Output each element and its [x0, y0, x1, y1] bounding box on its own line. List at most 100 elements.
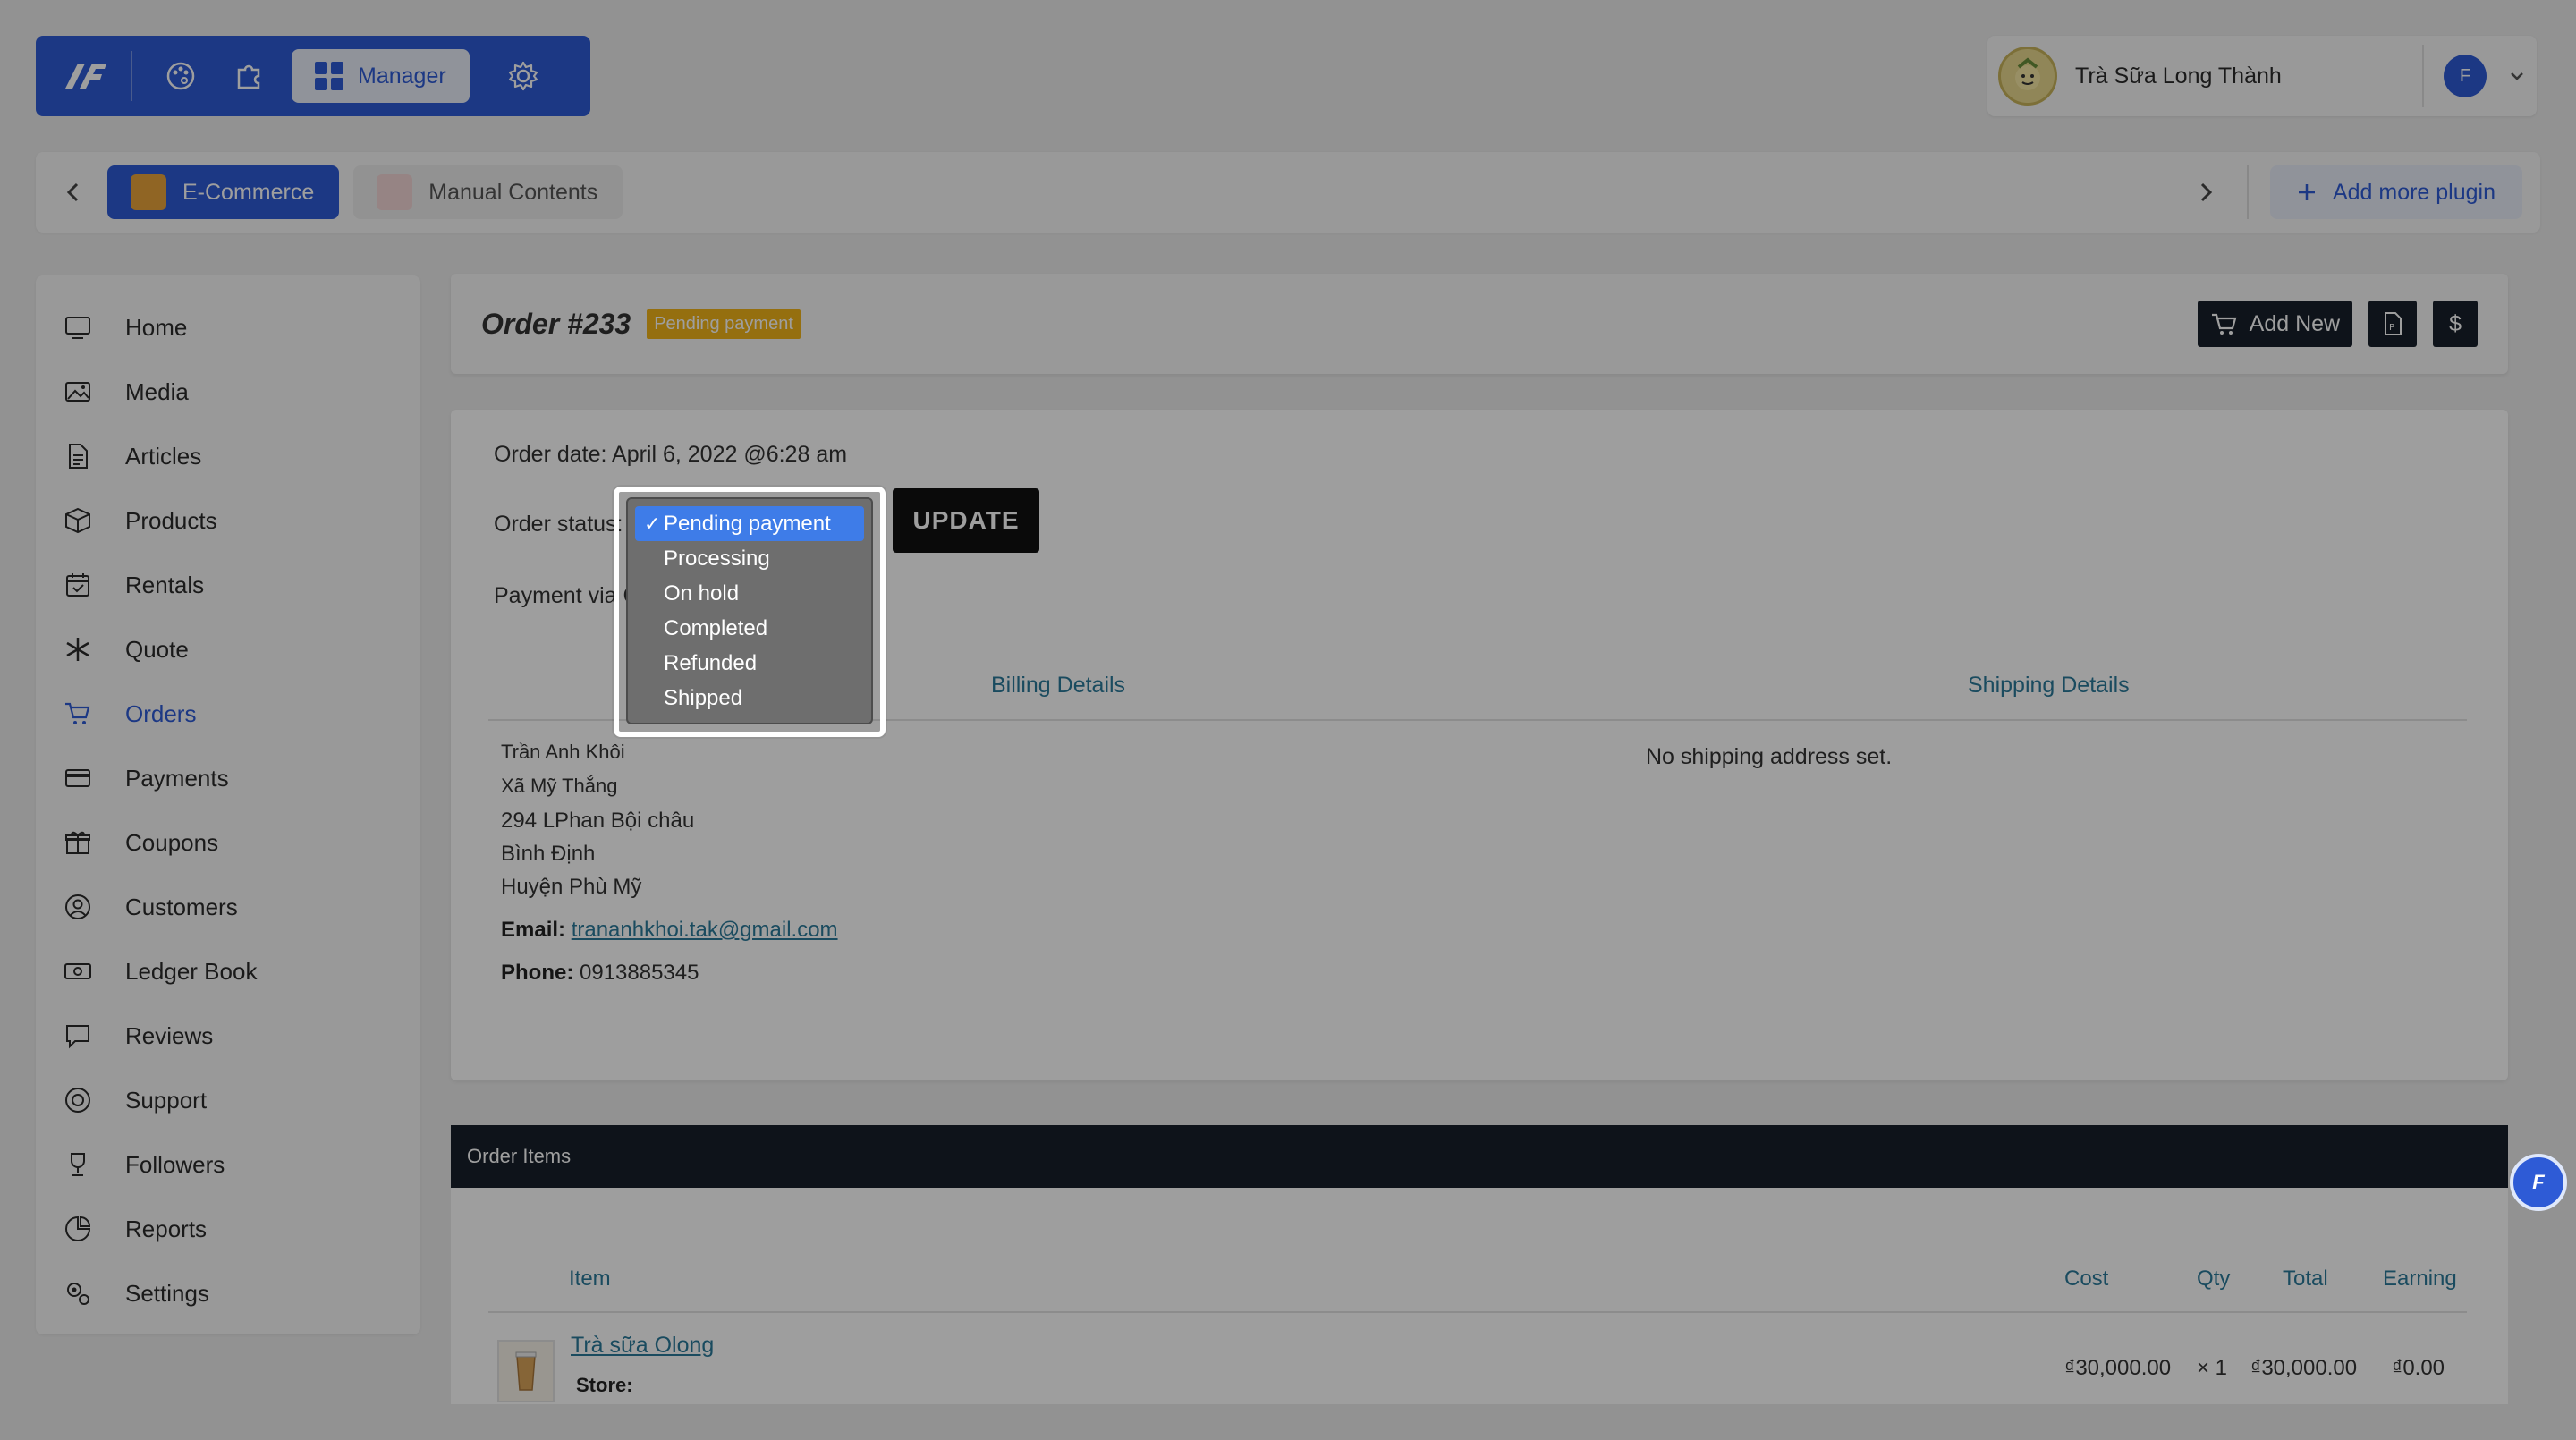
- status-option[interactable]: Refunded: [635, 646, 864, 681]
- billing-line: 294 LPhan Bội châu: [501, 809, 695, 833]
- email-link[interactable]: trananhkhoi.tak@gmail.com: [572, 918, 838, 942]
- order-header: Order #233 Pending payment Add New P $: [451, 274, 2508, 374]
- status-option[interactable]: ✓ Pending payment: [635, 506, 864, 541]
- account-switcher[interactable]: Trà Sữa Long Thành F: [1987, 36, 2537, 116]
- palette-icon[interactable]: [154, 49, 208, 103]
- credit-card-icon: [63, 763, 93, 793]
- status-option[interactable]: Completed: [635, 611, 864, 646]
- column-header-earning: Earning: [2383, 1266, 2457, 1291]
- billing-email: Email: trananhkhoi.tak@gmail.com: [501, 918, 838, 943]
- product-link[interactable]: Trà sữa Olong: [571, 1333, 714, 1359]
- phone-value: 0913885345: [580, 961, 699, 985]
- order-date: Order date: April 6, 2022 @6:28 am: [494, 442, 848, 467]
- column-header-total: Total: [2283, 1266, 2328, 1291]
- sidebar-item-label: Rentals: [125, 571, 205, 598]
- add-more-plugin-button[interactable]: Add more plugin: [2269, 165, 2522, 219]
- gear-icon[interactable]: [496, 49, 550, 103]
- sidebar-item-label: Media: [125, 377, 189, 405]
- sidebar-item-quote[interactable]: Quote: [36, 617, 420, 682]
- image-icon: [63, 377, 93, 407]
- sidebar-item-label: Articles: [125, 442, 202, 470]
- sidebar-item-media[interactable]: Media: [36, 360, 420, 424]
- store-avatar: [1998, 47, 2057, 106]
- site-logo-icon[interactable]: F: [2444, 55, 2487, 97]
- pdf-invoice-button[interactable]: P: [2368, 301, 2418, 347]
- no-shipping-text: No shipping address set.: [1646, 744, 1893, 769]
- chevron-down-icon[interactable]: [2508, 67, 2526, 85]
- sidebar-item-label: Quote: [125, 635, 189, 663]
- status-option-label: Pending payment: [664, 511, 831, 536]
- status-badge: Pending payment: [647, 309, 801, 339]
- sidebar-item-products[interactable]: Products: [36, 488, 420, 553]
- tab-shipping-details[interactable]: Shipping Details: [1968, 673, 2130, 699]
- add-plugin-label: Add more plugin: [2332, 179, 2496, 205]
- studio-logo-icon[interactable]: [54, 49, 116, 103]
- tab-billing-details[interactable]: Billing Details: [991, 673, 1125, 699]
- gears-icon: [63, 1278, 93, 1309]
- store-label: Store:: [576, 1374, 633, 1396]
- sidebar-item-customers[interactable]: Customers: [36, 875, 420, 939]
- sidebar-item-label: Orders: [125, 699, 197, 727]
- sidebar-item-label: Home: [125, 313, 188, 341]
- dollar-icon: $: [2449, 310, 2462, 336]
- user-circle-icon: [63, 892, 93, 922]
- email-label: Email:: [501, 918, 566, 942]
- page-title: Order #233: [481, 307, 631, 340]
- sidebar-item-label: Customers: [125, 893, 238, 920]
- chevron-left-icon[interactable]: [54, 173, 93, 212]
- column-header-item: Item: [569, 1266, 611, 1291]
- phone-label: Phone:: [501, 961, 574, 985]
- top-toolbar: Manager: [36, 36, 590, 116]
- snowflake-icon: [63, 634, 93, 665]
- box-icon: [63, 505, 93, 536]
- cart-icon: [2211, 313, 2237, 335]
- plugin-tab-manual-contents[interactable]: Manual Contents: [353, 165, 623, 219]
- chat-icon: [63, 1021, 93, 1051]
- update-button[interactable]: UPDATE: [893, 488, 1039, 553]
- chevron-right-icon[interactable]: [2186, 173, 2225, 212]
- user-divider: [2422, 45, 2424, 107]
- ecommerce-thumb-icon: [131, 174, 166, 210]
- manager-button[interactable]: Manager: [292, 49, 470, 103]
- sidebar-item-articles[interactable]: Articles: [36, 424, 420, 488]
- sidebar-item-rentals[interactable]: Rentals: [36, 553, 420, 617]
- sidebar-item-orders[interactable]: Orders: [36, 682, 420, 746]
- sidebar-item-label: Coupons: [125, 828, 219, 856]
- sidebar-item-coupons[interactable]: Coupons: [36, 810, 420, 875]
- item-qty: × 1: [2197, 1356, 2228, 1380]
- sidebar-item-home[interactable]: Home: [36, 295, 420, 360]
- sidebar-item-label: Reports: [125, 1215, 208, 1242]
- sidebar-item-reviews[interactable]: Reviews: [36, 1004, 420, 1068]
- plugin-bar: E-Commerce Manual Contents Add more plug…: [36, 152, 2540, 233]
- sidebar-item-support[interactable]: Support: [36, 1068, 420, 1132]
- status-option[interactable]: On hold: [635, 576, 864, 611]
- item-total: ₫30,000.00: [2250, 1356, 2358, 1380]
- billing-line: Bình Định: [501, 842, 596, 866]
- status-option[interactable]: Shipped: [635, 681, 864, 716]
- add-new-button[interactable]: Add New: [2197, 301, 2353, 347]
- add-new-label: Add New: [2249, 310, 2341, 336]
- gift-icon: [63, 827, 93, 858]
- divider: [488, 1311, 2467, 1313]
- status-option-label: On hold: [664, 580, 740, 606]
- status-option-label: Refunded: [664, 650, 758, 675]
- sidebar-item-label: Payments: [125, 764, 229, 792]
- product-thumbnail[interactable]: [497, 1340, 555, 1402]
- puzzle-icon[interactable]: [222, 49, 275, 103]
- sidebar-item-payments[interactable]: Payments: [36, 746, 420, 810]
- status-option-label: Processing: [664, 546, 770, 571]
- billing-name: Trần Anh Khôi: [501, 741, 625, 763]
- sidebar-item-label: Followers: [125, 1150, 225, 1178]
- sidebar-item-settings[interactable]: Settings: [36, 1261, 420, 1326]
- sidebar-item-followers[interactable]: Followers: [36, 1132, 420, 1197]
- calendar-check-icon: [63, 570, 93, 600]
- payment-dollar-button[interactable]: $: [2433, 301, 2478, 347]
- plugin-tab-ecommerce[interactable]: E-Commerce: [107, 165, 340, 219]
- chat-support-icon[interactable]: F: [2510, 1154, 2567, 1211]
- checkmark-icon: ✓: [644, 512, 661, 535]
- sidebar-item-reports[interactable]: Reports: [36, 1197, 420, 1261]
- status-option[interactable]: Processing: [635, 541, 864, 576]
- order-status-dropdown[interactable]: ✓ Pending payment Processing On hold Complet…: [626, 497, 873, 724]
- sidebar-item-ledger-book[interactable]: Ledger Book: [36, 939, 420, 1004]
- column-header-qty: Qty: [2197, 1266, 2231, 1291]
